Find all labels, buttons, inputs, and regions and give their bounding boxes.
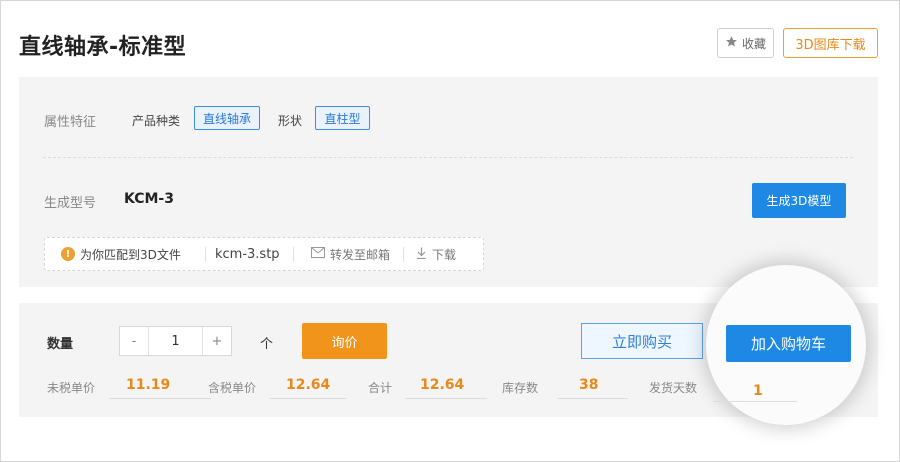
attributes-section-label: 属性特征 (44, 115, 97, 130)
page-title: 直线轴承-标准型 (19, 35, 187, 60)
download-icon (416, 247, 427, 262)
stock-value: 38 (579, 377, 599, 393)
download-3d-library-button[interactable]: 3D图库下载 (783, 28, 878, 58)
quantity-input[interactable]: 1 (148, 327, 203, 355)
model-label: 生成型号 (44, 196, 97, 211)
underline (109, 398, 211, 399)
quantity-unit: 个 (260, 337, 274, 352)
untaxed-price: 未税单价 11.19 (47, 373, 211, 399)
match-info: ! 为你匹配到3D文件 (61, 238, 181, 270)
email-forward-link[interactable]: 转发至邮箱 (311, 238, 390, 270)
taxed-price-value: 12.64 (286, 377, 331, 393)
total-price-label: 合计 (368, 381, 393, 395)
shape-label: 形状 (278, 114, 303, 128)
generate-3d-model-button[interactable]: 生成3D模型 (752, 183, 846, 218)
stock-count: 库存数 38 (502, 373, 632, 399)
model-number: KCM-3 (124, 191, 174, 207)
quantity-label: 数量 (47, 337, 74, 352)
untaxed-price-value: 11.19 (126, 377, 171, 393)
product-type-label: 产品种类 (132, 114, 181, 128)
add-to-cart-button[interactable]: 加入购物车 (726, 325, 851, 362)
favorite-button[interactable]: 收藏 (717, 28, 774, 58)
match-text: 为你匹配到3D文件 (80, 247, 181, 262)
taxed-price-label: 含税单价 (208, 381, 257, 395)
underline (270, 398, 346, 399)
file-name[interactable]: kcm-3.stp (215, 238, 280, 270)
separator (205, 247, 206, 262)
quantity-stepper: - 1 + (119, 326, 232, 356)
separator (293, 247, 294, 262)
ship-days-value: 1 (753, 383, 763, 399)
buy-now-button[interactable]: 立即购买 (581, 323, 703, 359)
ship-days-label: 发货天数 (649, 381, 698, 395)
product-type-tag[interactable]: 直线轴承 (194, 106, 260, 130)
download-link[interactable]: 下载 (416, 238, 456, 270)
underline (713, 401, 797, 402)
untaxed-price-label: 未税单价 (47, 381, 96, 395)
decrement-button[interactable]: - (120, 327, 148, 355)
star-icon (725, 35, 738, 51)
email-label: 转发至邮箱 (330, 247, 391, 262)
taxed-price: 含税单价 12.64 (208, 373, 348, 399)
section-divider (43, 157, 853, 158)
download-label: 下载 (432, 247, 457, 262)
product-config-card: 直线轴承-标准型 收藏 3D图库下载 属性特征 产品种类 直线轴承 形状 直柱型… (0, 0, 900, 462)
favorite-label: 收藏 (741, 36, 766, 51)
mail-icon (311, 247, 325, 261)
attribute-panel: 属性特征 产品种类 直线轴承 形状 直柱型 生成型号 KCM-3 生成3D模型 … (19, 77, 878, 287)
underline (558, 398, 628, 399)
increment-button[interactable]: + (203, 327, 231, 355)
inquiry-button[interactable]: 询价 (302, 323, 387, 359)
shape-tag[interactable]: 直柱型 (315, 106, 370, 130)
underline (405, 398, 487, 399)
separator (403, 247, 404, 262)
stock-label: 库存数 (502, 381, 539, 395)
total-price: 合计 12.64 (368, 373, 498, 399)
warning-icon: ! (61, 247, 75, 261)
total-price-value: 12.64 (420, 377, 465, 393)
file-match-bar: ! 为你匹配到3D文件 kcm-3.stp 转发至邮箱 下载 (44, 237, 484, 271)
ship-days: 发货天数 (649, 373, 719, 399)
